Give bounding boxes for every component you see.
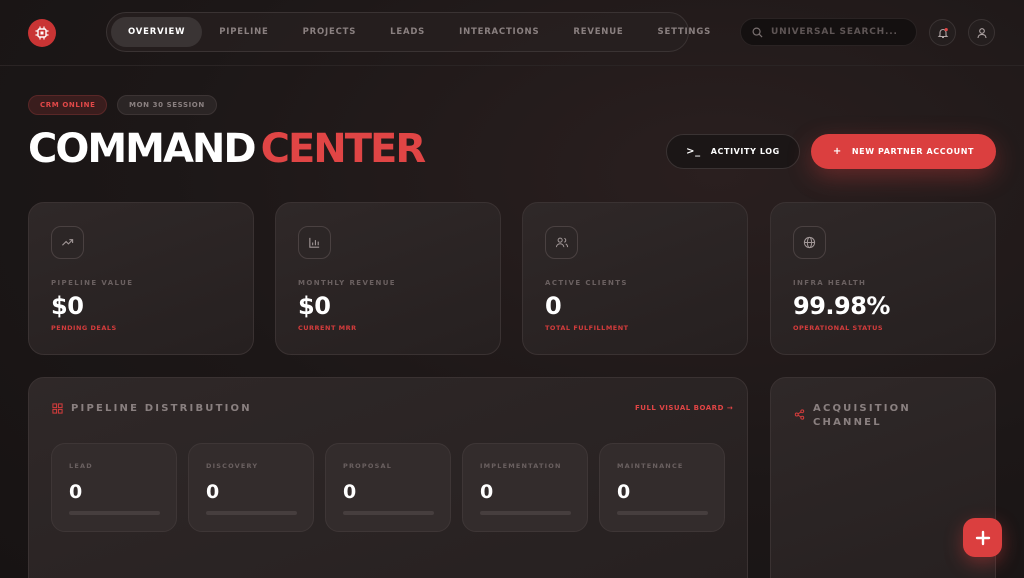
nav-item-leads[interactable]: LEADS bbox=[373, 17, 442, 47]
stat-value: 0 bbox=[545, 292, 562, 320]
stat-card-monthly-revenue: MONTHLY REVENUE $0 CURRENT MRR bbox=[275, 202, 501, 355]
stage-value: 0 bbox=[617, 481, 631, 503]
nav-item-projects[interactable]: PROJECTS bbox=[286, 17, 374, 47]
grid-icon bbox=[52, 403, 63, 414]
stage-label: DISCOVERY bbox=[206, 462, 259, 470]
stat-card-active-clients: ACTIVE CLIENTS 0 TOTAL FULFILLMENT bbox=[522, 202, 748, 355]
plus-icon bbox=[975, 530, 990, 545]
stage-label: IMPLEMENTATION bbox=[480, 462, 562, 470]
page-title: COMMAND CENTER bbox=[28, 126, 427, 172]
stat-card-infra-health: INFRA HEALTH 99.98% OPERATIONAL STATUS bbox=[770, 202, 996, 355]
stage-card-maintenance: MAINTENANCE 0 bbox=[599, 443, 725, 532]
status-badge-session: MON 30 SESSION bbox=[117, 95, 217, 115]
acquisition-title-line2: CHANNEL bbox=[813, 417, 882, 428]
stat-value: $0 bbox=[298, 292, 331, 320]
stage-value: 0 bbox=[206, 481, 220, 503]
stage-label: LEAD bbox=[69, 462, 93, 470]
stat-label: PIPELINE VALUE bbox=[51, 279, 134, 287]
nav-item-overview[interactable]: OVERVIEW bbox=[111, 17, 203, 47]
stat-sublabel: CURRENT MRR bbox=[298, 324, 357, 332]
floating-add-button[interactable] bbox=[963, 518, 1002, 557]
full-visual-board-link[interactable]: FULL VISUAL BOARD → bbox=[635, 404, 733, 412]
profile-button[interactable] bbox=[968, 19, 995, 46]
stat-label: MONTHLY REVENUE bbox=[298, 279, 396, 287]
bell-icon bbox=[937, 27, 948, 38]
search-input[interactable]: UNIVERSAL SEARCH... bbox=[740, 18, 917, 46]
acquisition-title-line1: ACQUISITION bbox=[813, 403, 911, 414]
users-icon bbox=[545, 226, 578, 259]
stat-sublabel: PENDING DEALS bbox=[51, 324, 117, 332]
trending-up-icon bbox=[51, 226, 84, 259]
nav-item-pipeline[interactable]: PIPELINE bbox=[202, 17, 285, 47]
plus-icon: + bbox=[832, 146, 842, 157]
acquisition-channel-panel: ACQUISITION CHANNEL bbox=[770, 377, 996, 578]
stage-value: 0 bbox=[69, 481, 83, 503]
notifications-button[interactable] bbox=[929, 19, 956, 46]
pipeline-section-title: PIPELINE DISTRIBUTION bbox=[71, 403, 252, 414]
new-partner-account-button[interactable]: + NEW PARTNER ACCOUNT bbox=[811, 134, 996, 169]
globe-icon bbox=[793, 226, 826, 259]
stat-card-pipeline-value: PIPELINE VALUE $0 PENDING DEALS bbox=[28, 202, 254, 355]
top-bar: OVERVIEW PIPELINE PROJECTS LEADS INTERAC… bbox=[0, 0, 1024, 66]
terminal-icon: >_ bbox=[686, 146, 701, 157]
stage-card-discovery: DISCOVERY 0 bbox=[188, 443, 314, 532]
activity-log-button[interactable]: >_ ACTIVITY LOG bbox=[666, 134, 800, 169]
stage-value: 0 bbox=[343, 481, 357, 503]
stage-card-implementation: IMPLEMENTATION 0 bbox=[462, 443, 588, 532]
stage-progress-bar bbox=[617, 511, 708, 515]
stage-card-proposal: PROPOSAL 0 bbox=[325, 443, 451, 532]
stat-value: 99.98% bbox=[793, 292, 890, 320]
user-icon bbox=[976, 27, 987, 38]
stat-sublabel: OPERATIONAL STATUS bbox=[793, 324, 884, 332]
bar-chart-icon bbox=[298, 226, 331, 259]
stat-label: INFRA HEALTH bbox=[793, 279, 867, 287]
stat-sublabel: TOTAL FULFILLMENT bbox=[545, 324, 629, 332]
stage-progress-bar bbox=[206, 511, 297, 515]
stat-label: ACTIVE CLIENTS bbox=[545, 279, 628, 287]
search-icon bbox=[752, 27, 763, 38]
stage-card-lead: LEAD 0 bbox=[51, 443, 177, 532]
stage-progress-bar bbox=[69, 511, 160, 515]
activity-log-label: ACTIVITY LOG bbox=[710, 147, 780, 156]
nav-item-settings[interactable]: SETTINGS bbox=[641, 17, 729, 47]
search-placeholder: UNIVERSAL SEARCH... bbox=[771, 27, 898, 37]
stage-value: 0 bbox=[480, 481, 494, 503]
stage-label: MAINTENANCE bbox=[617, 462, 684, 470]
pipeline-distribution-panel: PIPELINE DISTRIBUTION FULL VISUAL BOARD … bbox=[28, 377, 748, 578]
logo[interactable] bbox=[28, 19, 56, 47]
nav-item-revenue[interactable]: REVENUE bbox=[556, 17, 640, 47]
page-title-accent: CENTER bbox=[260, 126, 427, 172]
main-nav: OVERVIEW PIPELINE PROJECTS LEADS INTERAC… bbox=[106, 12, 710, 52]
stage-progress-bar bbox=[343, 511, 434, 515]
chip-icon bbox=[35, 26, 49, 40]
share-icon bbox=[794, 409, 805, 420]
new-partner-account-label: NEW PARTNER ACCOUNT bbox=[851, 147, 975, 156]
page-title-main: COMMAND bbox=[28, 126, 257, 172]
stage-progress-bar bbox=[480, 511, 571, 515]
nav-item-interactions[interactable]: INTERACTIONS bbox=[442, 17, 556, 47]
stat-value: $0 bbox=[51, 292, 84, 320]
status-badge-online: CRM ONLINE bbox=[28, 95, 108, 115]
stage-label: PROPOSAL bbox=[343, 462, 393, 470]
